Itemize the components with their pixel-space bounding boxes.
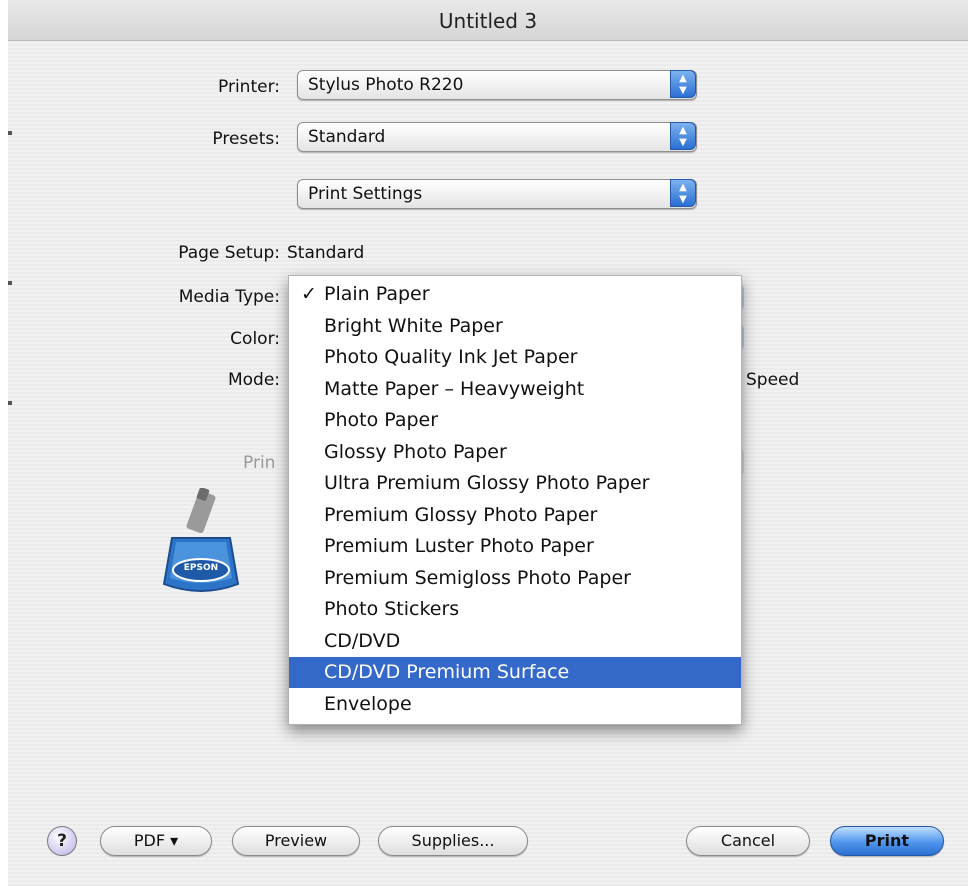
print-quality-label: Prin (243, 453, 276, 473)
popup-arrows-icon: ▲ ▼ (670, 122, 696, 150)
menu-item-premium-semigloss-photo-paper[interactable]: Premium Semigloss Photo Paper (289, 563, 741, 594)
menu-item-cd-dvd-premium-surface[interactable]: CD/DVD Premium Surface (289, 657, 741, 688)
supplies-button[interactable]: Supplies... (378, 826, 528, 856)
popup-arrows-icon: ▲ ▼ (670, 70, 696, 98)
menu-item-ultra-premium-glossy-photo-paper[interactable]: Ultra Premium Glossy Photo Paper (289, 468, 741, 499)
menu-item-plain-paper[interactable]: ✓ Plain Paper (289, 279, 741, 310)
mode-speed-label: Speed (746, 370, 800, 390)
printer-popup[interactable]: Stylus Photo R220 ▲ ▼ (297, 70, 697, 100)
edge-mark (8, 401, 12, 405)
edge-mark (8, 131, 12, 135)
checkmark-icon: ✓ (301, 283, 317, 305)
preview-button[interactable]: Preview (232, 826, 360, 856)
presets-value: Standard (308, 127, 386, 147)
menu-item-photo-stickers[interactable]: Photo Stickers (289, 594, 741, 625)
epson-brand: EPSON (183, 563, 219, 573)
media-type-label: Media Type: (178, 287, 280, 307)
menu-item-envelope[interactable]: Envelope (289, 689, 741, 720)
window-titlebar: Untitled 3 (8, 0, 968, 41)
panel-value: Print Settings (308, 184, 423, 204)
panel-popup[interactable]: Print Settings ▲ ▼ (297, 179, 697, 209)
print-button[interactable]: Print (830, 826, 944, 856)
menu-item-premium-glossy-photo-paper[interactable]: Premium Glossy Photo Paper (289, 500, 741, 531)
cancel-button[interactable]: Cancel (686, 826, 810, 856)
page-setup-value: Standard (287, 243, 365, 263)
printer-value: Stylus Photo R220 (308, 75, 464, 95)
window-title: Untitled 3 (438, 9, 538, 33)
menu-item-cd-dvd[interactable]: CD/DVD (289, 626, 741, 657)
menu-item-matte-paper-heavyweight[interactable]: Matte Paper – Heavyweight (289, 374, 741, 405)
presets-popup[interactable]: Standard ▲ ▼ (297, 122, 697, 152)
pdf-button[interactable]: PDF ▾ (100, 826, 212, 856)
menu-item-glossy-photo-paper[interactable]: Glossy Photo Paper (289, 437, 741, 468)
menu-item-photo-paper[interactable]: Photo Paper (289, 405, 741, 436)
menu-item-premium-luster-photo-paper[interactable]: Premium Luster Photo Paper (289, 531, 741, 562)
edge-mark (8, 281, 12, 285)
epson-printer-icon: EPSON (162, 487, 240, 598)
page-setup-label: Page Setup: (178, 243, 280, 263)
popup-arrows-icon: ▲ ▼ (670, 179, 696, 207)
help-button[interactable]: ? (47, 826, 77, 856)
printer-label: Printer: (218, 77, 280, 97)
color-label: Color: (230, 329, 280, 349)
presets-label: Presets: (212, 129, 280, 149)
menu-item-bright-white-paper[interactable]: Bright White Paper (289, 311, 741, 342)
menu-item-photo-quality-ink-jet-paper[interactable]: Photo Quality Ink Jet Paper (289, 342, 741, 373)
mode-label: Mode: (227, 370, 280, 390)
media-type-menu: ✓ Plain Paper Bright White Paper Photo Q… (288, 275, 742, 725)
